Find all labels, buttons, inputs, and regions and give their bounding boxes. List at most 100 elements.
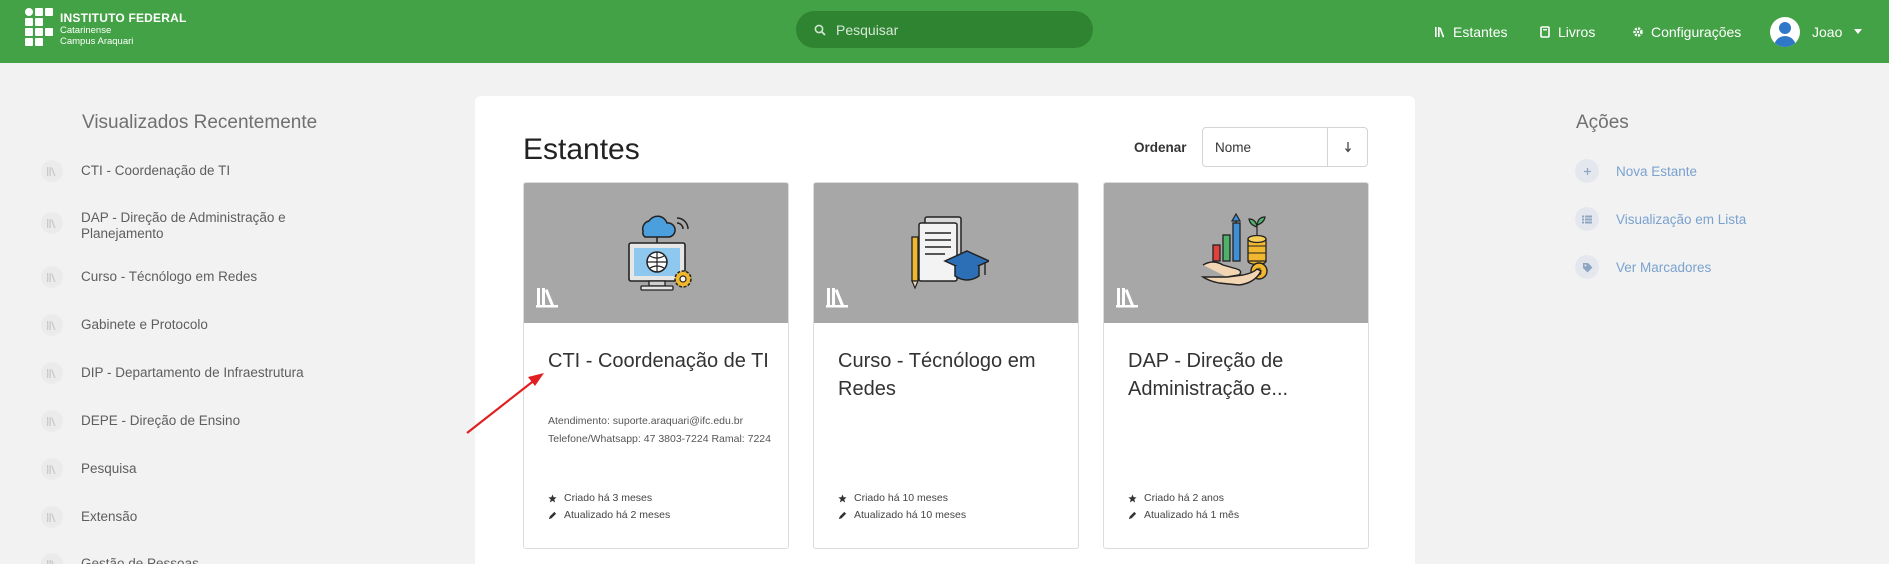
shelf-icon [41,458,63,480]
shelf-icon [41,160,63,182]
nav-books[interactable]: Livros [1540,0,1595,63]
recent-item[interactable]: DIP - Departamento de Infraestrutura [41,362,311,384]
card-banner [524,183,788,323]
recent-item[interactable]: DEPE - Direção de Ensino [41,410,311,432]
shelf-icon [41,314,63,336]
star-icon [838,493,847,503]
nav-shelves-label: Estantes [1453,23,1508,40]
search-bar[interactable] [796,11,1093,48]
shelf-icon [41,266,63,288]
new-shelf-action[interactable]: Nova Estante [1575,159,1697,183]
list-icon [1575,207,1599,231]
actions-title: Ações [1576,112,1629,133]
recent-item-label: Gestão de Pessoas [81,556,199,564]
shelves-icon [1434,26,1446,38]
shelf-icon [536,288,558,308]
card-description: Atendimento: suporte.araquari@ifc.edu.br… [548,412,773,448]
recent-item[interactable]: Gabinete e Protocolo [41,314,311,336]
nav-shelves[interactable]: Estantes [1434,0,1507,63]
card-created: Criado há 3 meses [548,492,652,504]
card-updated: Atualizado há 10 meses [838,509,966,521]
page-title: Estantes [523,133,640,166]
user-name: Joao [1812,23,1843,40]
card-created-text: Criado há 10 meses [854,492,948,504]
recent-item-label: CTI - Coordenação de TI [81,163,231,178]
recent-item-label: DEPE - Direção de Ensino [81,413,241,428]
recent-title: Visualizados Recentemente [82,112,318,133]
logo-line-1: INSTITUTO FEDERAL [60,11,187,25]
card-title[interactable]: Curso - Técnólogo em Redes [838,347,1063,403]
shelf-icon [41,362,63,384]
star-icon [548,493,557,503]
chevron-down-icon [1854,29,1863,34]
sort-direction-button[interactable] [1328,128,1367,166]
avatar [1770,16,1800,47]
sort-control: Nome [1202,127,1368,167]
card-banner: $ [1104,183,1368,323]
card-created-text: Criado há 3 meses [564,492,653,504]
growth-coins-icon: $ [1200,213,1268,286]
user-menu[interactable]: Joao [1770,0,1863,63]
top-bar: INSTITUTO FEDERAL Catarinense Campus Ara… [0,0,1889,63]
list-view-action[interactable]: Visualização em Lista [1575,207,1746,231]
card-updated-text: Atualizado há 1 mês [1144,509,1240,521]
card-created: Criado há 10 meses [838,492,948,504]
card-updated-text: Atualizado há 2 meses [564,509,671,521]
recent-item-label: Gabinete e Protocolo [81,317,208,332]
pencil-icon [548,511,557,520]
recent-item[interactable]: Extensão [41,506,311,528]
recent-item-label: Pesquisa [81,461,137,476]
gear-icon [1632,26,1644,38]
shelf-card[interactable]: Curso - Técnólogo em Redes Criado há 10 … [813,182,1079,549]
tag-icon [1575,255,1599,279]
search-icon [814,24,826,36]
shelf-icon [41,506,63,528]
card-updated: Atualizado há 1 mês [1128,509,1239,521]
recent-item[interactable]: Curso - Técnólogo em Redes [41,266,311,288]
search-input[interactable] [836,21,1066,38]
pencil-icon [838,511,847,520]
shelf-icon [41,410,63,432]
shelf-card[interactable]: $ DAP - Direção de Administração e... Cr… [1103,182,1369,549]
nav-books-label: Livros [1558,23,1596,40]
card-updated-text: Atualizado há 10 meses [854,509,967,521]
sort-select[interactable]: Nome [1203,128,1328,166]
card-description-line: Telefone/Whatsapp: 47 3803-7224 Ramal: 7… [548,433,771,445]
bookmarks-label: Ver Marcadores [1616,259,1712,275]
list-view-label: Visualização em Lista [1616,211,1747,227]
card-banner [814,183,1078,323]
card-title[interactable]: DAP - Direção de Administração e... [1128,347,1353,403]
bookmarks-action[interactable]: Ver Marcadores [1575,255,1711,279]
star-icon [1128,493,1137,503]
arrow-down-icon [1344,142,1351,153]
pencil-icon [1128,511,1137,520]
shelf-icon [826,288,848,308]
recent-item[interactable]: DAP - Direção de Administração e Planeja… [41,207,311,242]
logo-line-3: Campus Araquari [60,36,134,47]
institution-logo[interactable]: INSTITUTO FEDERAL Catarinense Campus Ara… [25,8,187,50]
document-graduation-icon [911,216,989,290]
recent-item-label: DIP - Departamento de Infraestrutura [81,365,304,380]
card-description-line: Atendimento: suporte.araquari@ifc.edu.br [548,415,744,427]
new-shelf-label: Nova Estante [1616,163,1698,179]
recent-item-label: Extensão [81,509,138,524]
card-updated: Atualizado há 2 meses [548,509,670,521]
recent-item-label: Curso - Técnólogo em Redes [81,269,258,284]
recent-item[interactable]: Pesquisa [41,458,311,480]
logo-line-2: Catarinense [60,25,112,36]
shelf-icon [41,553,63,564]
card-created: Criado há 2 anos [1128,492,1224,504]
card-created-text: Criado há 2 anos [1144,492,1224,504]
recent-item[interactable]: Gestão de Pessoas [41,553,311,564]
shelf-icon [41,212,63,234]
nav-settings-label: Configurações [1651,23,1742,40]
nav-settings[interactable]: Configurações [1632,0,1741,63]
recent-item[interactable]: CTI - Coordenação de TI [41,160,311,182]
shelves-panel: Estantes Ordenar Nome CTI - Coordenação … [475,96,1415,564]
plus-icon [1575,159,1599,183]
card-title[interactable]: CTI - Coordenação de TI [548,347,773,375]
shelf-card[interactable]: CTI - Coordenação de TI Atendimento: sup… [523,182,789,549]
shelf-icon [1116,288,1138,308]
logo-grid-icon [25,8,56,50]
book-icon [1540,25,1551,38]
